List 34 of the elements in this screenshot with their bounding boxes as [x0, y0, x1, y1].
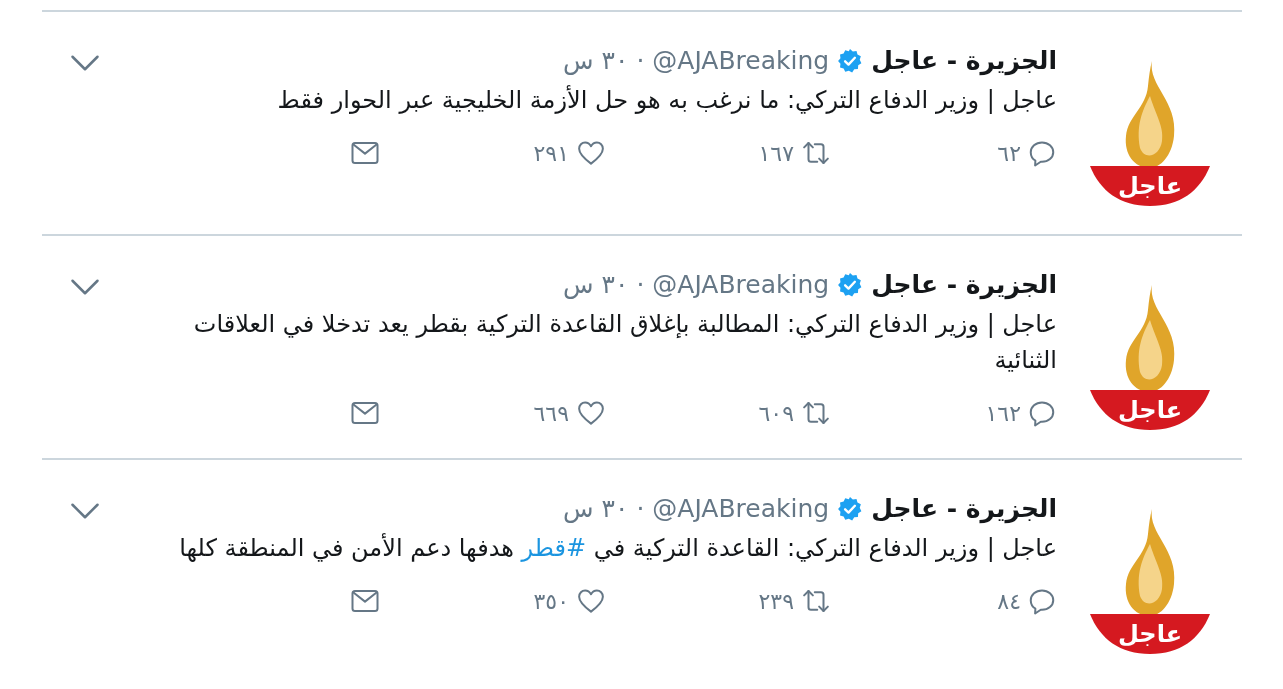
reply-icon[interactable]: [1027, 138, 1057, 168]
timestamp[interactable]: ٣٠ س: [563, 44, 629, 78]
reply-icon[interactable]: [1027, 586, 1057, 616]
separator: ·: [636, 45, 645, 77]
retweet-count: ٦٠٩: [758, 400, 794, 426]
reply-icon[interactable]: [1027, 398, 1057, 428]
author-name[interactable]: الجزيرة - عاجل: [871, 44, 1057, 78]
avatar-label: عاجل: [1117, 620, 1183, 648]
chevron-down-icon[interactable]: [70, 278, 100, 296]
reply-count: ٨٤: [997, 588, 1021, 614]
reply-count: ٦٢: [997, 140, 1021, 166]
tweet-text: عاجل | وزير الدفاع التركي: القاعدة التركية في #قطر هدفها دعم الأمن في المنطقة كلها: [178, 532, 1057, 564]
timestamp[interactable]: ٣٠ س: [563, 492, 629, 526]
like-count: ٦٦٩: [533, 400, 569, 426]
separator: ·: [636, 493, 645, 525]
retweet-count: ١٦٧: [758, 140, 794, 166]
author-handle[interactable]: @AJABreaking: [652, 44, 830, 78]
timestamp[interactable]: ٣٠ س: [563, 268, 629, 302]
like-count: ٢٩١: [533, 140, 569, 166]
tweet-text: عاجل | وزير الدفاع التركي: المطالبة بإغلاق القاعدة التركية بقطر يعد تدخلا في العلاقات الثنائية: [192, 309, 1057, 376]
author-name[interactable]: الجزيرة - عاجل: [871, 492, 1057, 526]
reply-count: ١٦٢: [985, 400, 1021, 426]
tweet-text: عاجل | وزير الدفاع التركي: ما نرغب به هو حل الأزمة الخليجية عبر الحوار فقط: [276, 84, 1057, 116]
retweet-count: ٢٣٩: [758, 588, 794, 614]
avatar-label: عاجل: [1117, 172, 1183, 200]
author-handle[interactable]: @AJABreaking: [652, 492, 830, 526]
separator: ·: [636, 269, 645, 301]
like-count: ٣٥٠: [533, 588, 569, 614]
author-handle[interactable]: @AJABreaking: [652, 268, 830, 302]
avatar-label: عاجل: [1117, 396, 1183, 424]
chevron-down-icon[interactable]: [70, 502, 100, 520]
chevron-down-icon[interactable]: [70, 54, 100, 72]
hashtag-link[interactable]: #قطر: [521, 534, 587, 562]
author-name[interactable]: الجزيرة - عاجل: [871, 268, 1057, 302]
